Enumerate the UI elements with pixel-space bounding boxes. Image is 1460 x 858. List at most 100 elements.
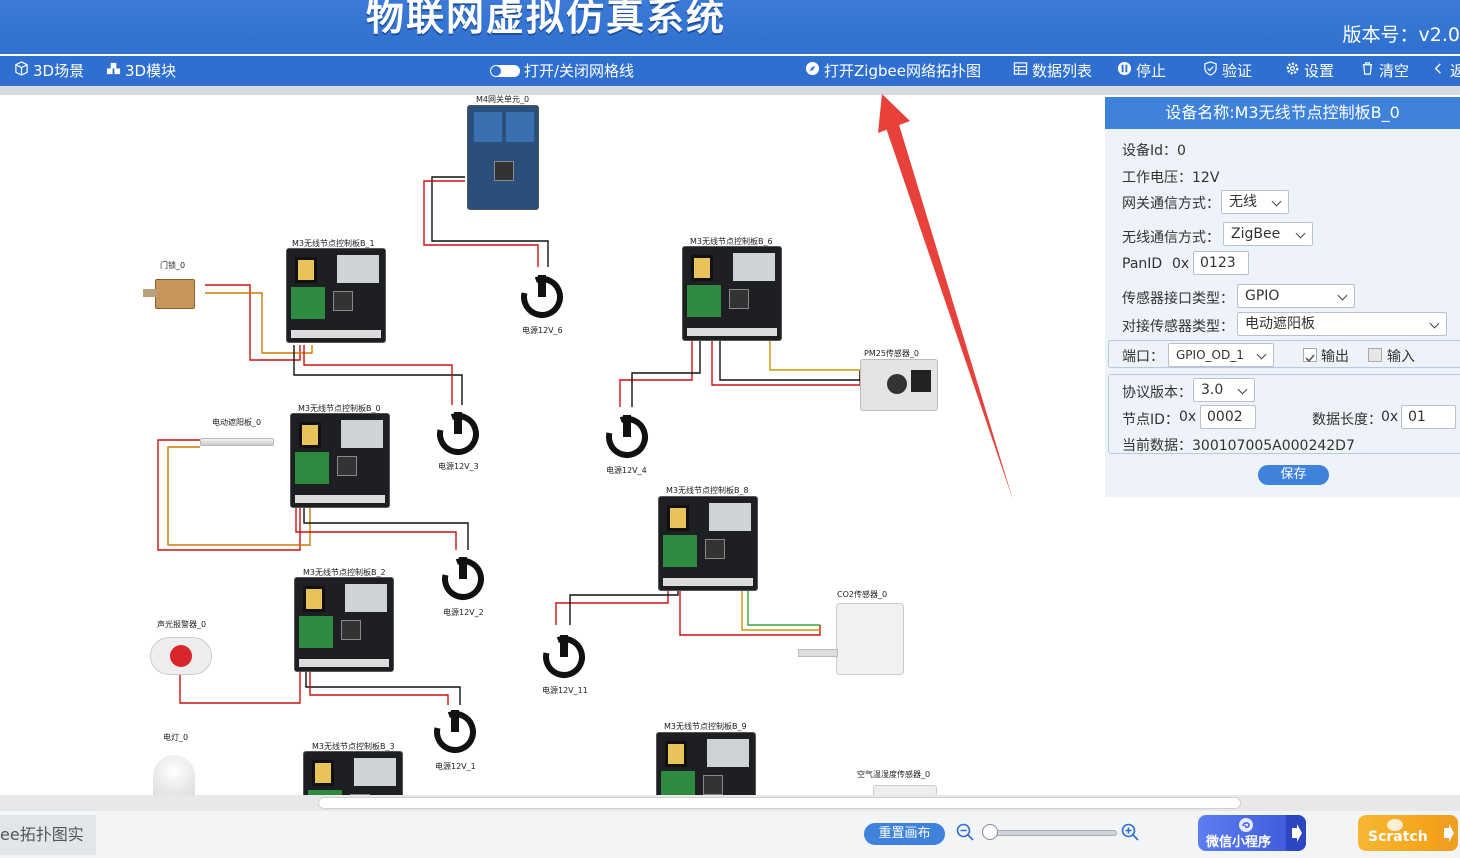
power-11[interactable] [540,633,588,685]
current-data: 当前数据：300107005A000242D7 [1122,438,1355,454]
power-label-4: 电源12V_4 [606,466,647,475]
panid-input[interactable]: 0123 [1193,251,1249,275]
board-b1[interactable] [286,248,386,343]
lamp-device[interactable] [153,755,195,795]
node-id-input[interactable]: 0002 [1200,405,1256,429]
cube-icon [14,56,29,86]
voltage: 工作电压：12V [1122,170,1220,186]
back-button[interactable]: 返 [1431,56,1460,86]
pm25-label: PM25传感器_0 [864,349,919,358]
power-3[interactable] [434,410,482,462]
toolbar: 3D场景 3D模块 打开/关闭网格线 打开Zigbee网络拓扑图 数据列表 停止… [0,56,1460,86]
alarm-device[interactable] [150,631,212,681]
wireless-comm-label: 无线通信方式： [1122,230,1220,246]
data-len-label: 数据长度： [1312,412,1382,428]
power-label-6: 电源12V_6 [522,326,563,335]
pm25-device[interactable] [860,359,938,411]
power-icon [442,557,484,600]
sensor-iface-select[interactable]: GPIO [1237,284,1355,308]
power-label-3: 电源12V_3 [438,462,479,471]
port-label: 端口： [1122,349,1164,365]
node-id-prefix: 0x [1179,409,1197,425]
wireless-comm-select[interactable]: ZigBee [1223,222,1313,246]
output-checkbox[interactable] [1303,348,1317,363]
property-panel: 设备名称:M3无线节点控制板B_0 设备Id：0 工作电压：12V 网关通信方式… [1105,97,1460,497]
input-checkbox[interactable] [1368,348,1382,362]
board-b6[interactable] [682,246,782,341]
clear-button[interactable]: 清空 [1360,56,1409,86]
board-b0[interactable] [290,413,390,508]
power-icon [437,412,479,455]
module3d-button[interactable]: 3D模块 [106,56,176,86]
sensor-iface-label: 传感器接口类型： [1122,291,1234,307]
output-label: 输出 [1321,349,1349,365]
bottom-bar: ee拓扑图实 重置画布 微信小程序 Scratch [0,811,1460,858]
pause-icon [1117,56,1132,86]
panel-title: 设备名称:M3无线节点控制板B_0 [1105,97,1460,129]
door-lock-label: 门锁_0 [160,261,186,270]
power-2[interactable] [439,555,487,607]
board-b2[interactable] [294,577,394,672]
scene3d-button[interactable]: 3D场景 [14,56,84,86]
arrow-right-icon [1438,815,1458,851]
scrollbar-thumb[interactable] [318,797,1241,809]
zoom-in-icon[interactable] [1121,823,1139,841]
reset-canvas-button[interactable]: 重置画布 [864,823,945,845]
horizontal-scrollbar[interactable] [0,795,1460,811]
protocol-label: 协议版本： [1122,385,1192,401]
blind-label: 电动遮阳板_0 [212,418,262,427]
scratch-button[interactable]: Scratch [1358,815,1458,851]
co2-device[interactable] [798,603,904,675]
port-select[interactable]: GPIO_OD_1 [1168,343,1274,367]
blind-device[interactable] [200,438,274,446]
data-len-prefix: 0x [1381,409,1399,425]
power-label-2: 电源12V_2 [443,608,484,617]
device-id: 设备Id：0 [1122,143,1186,159]
power-6[interactable] [518,273,566,325]
door-lock-device[interactable] [143,275,205,315]
gateway-label: M4网关单元_0 [476,95,530,104]
zoom-slider-handle[interactable] [982,824,998,840]
gateway-comm-label: 网关通信方式： [1122,196,1220,212]
power-4[interactable] [603,413,651,465]
check-icon [1305,354,1315,363]
co2-label: CO2传感器_0 [837,590,888,599]
board-label-b9: M3无线节点控制板B_9 [664,722,747,731]
grid-toggle[interactable]: 打开/关闭网格线 [490,56,634,86]
gateway-comm-select[interactable]: 无线 [1221,190,1289,214]
topology-tab[interactable]: ee拓扑图实 [0,815,96,855]
data-len-input[interactable]: 01 [1401,405,1456,429]
verify-button[interactable]: 验证 [1203,56,1252,86]
board-b8[interactable] [658,496,758,591]
power-icon [606,415,648,458]
panid-prefix: 0x [1172,256,1190,272]
board-b3[interactable] [303,751,403,795]
version-label: 版本号：v2.0 [1342,24,1460,46]
gear-icon [1285,56,1300,86]
board-b9[interactable] [656,732,756,795]
zigbee-topology-button[interactable]: 打开Zigbee网络拓扑图 [805,56,981,86]
save-button[interactable]: 保存 [1258,465,1329,485]
node-id-label: 节点ID： [1122,412,1179,428]
data-list-button[interactable]: 数据列表 [1013,56,1092,86]
arrow-right-icon [1286,815,1306,851]
app-title: 物联网虚拟仿真系统 [366,0,727,39]
power-1[interactable] [431,708,479,760]
mini-program-button[interactable]: 微信小程序 [1198,815,1306,851]
stop-button[interactable]: 停止 [1117,56,1166,86]
chevron-left-icon [1431,56,1446,86]
zoom-out-icon[interactable] [956,823,974,841]
protocol-select[interactable]: 3.0 [1193,378,1255,402]
settings-button[interactable]: 设置 [1285,56,1334,86]
zoom-slider-track[interactable] [987,830,1117,836]
cubes-icon [106,56,121,86]
sensor-type-select[interactable]: 电动遮阳板 [1237,312,1447,336]
power-label-11: 电源12V_11 [542,686,588,695]
panid-label: PanID [1122,256,1163,272]
compass-icon [805,56,820,86]
sensor-type-label: 对接传感器类型： [1122,319,1234,335]
shield-icon [1203,56,1218,86]
lamp-label: 电灯_0 [163,733,189,742]
air-sensor-device[interactable] [873,785,937,795]
gateway-unit[interactable] [467,105,539,210]
